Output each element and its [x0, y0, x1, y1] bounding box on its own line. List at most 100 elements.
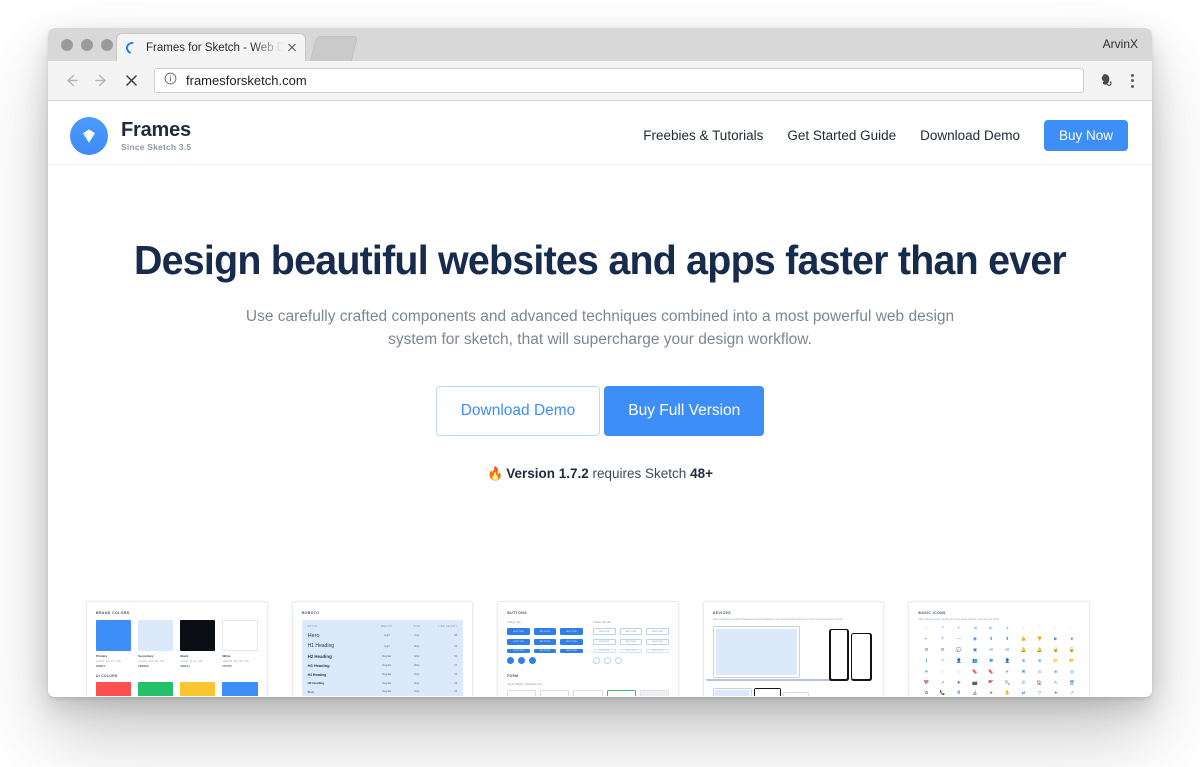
- minimize-window-button[interactable]: [81, 39, 93, 51]
- grid-icon: ✿: [924, 690, 929, 696]
- brand-logo-group[interactable]: Frames Since Sketch 3.5: [70, 116, 191, 155]
- demo-button[interactable]: BUTTON: [533, 628, 557, 635]
- demo-icon-button[interactable]: [507, 657, 515, 665]
- swatch-rgb: rgba(62, 142, 247, 100): [96, 660, 121, 663]
- swatch-row-ui: Negativergba(255, 73, 74, 100)FF494A Pos…: [96, 682, 258, 696]
- hero-subtitle: Use carefully crafted components and adv…: [245, 308, 955, 348]
- demo-button[interactable]: BUTTON: [646, 648, 669, 654]
- demo-button[interactable]: BUTTON: [507, 628, 530, 635]
- grid-icon: 💬: [956, 646, 962, 652]
- demo-icon-button[interactable]: [518, 657, 526, 665]
- demo-icon-button[interactable]: [529, 657, 537, 665]
- buy-now-button[interactable]: Buy Now: [1043, 120, 1128, 151]
- download-demo-button[interactable]: Download Demo: [435, 385, 601, 436]
- color-swatch: Activergba(62, 142, 247, 100)3E8EF7: [222, 682, 258, 696]
- evernote-elephant-icon[interactable]: [1094, 69, 1118, 93]
- stop-x-icon[interactable]: [118, 68, 144, 94]
- demo-icon-button[interactable]: [603, 657, 611, 665]
- demo-input[interactable]: [507, 690, 537, 696]
- preview-card-devices[interactable]: DEVICES Use mockups to switch between de…: [702, 601, 885, 696]
- demo-button[interactable]: BUTTON: [619, 628, 643, 635]
- color-swatch: Secondary rgba(219, 233, 251, 100) DBE9FB: [138, 620, 174, 668]
- grid-icon: 🗑: [1069, 679, 1075, 685]
- chrome-menu-icon[interactable]: [1122, 69, 1142, 93]
- swatch-chip: [96, 620, 132, 651]
- swatch-chip: [180, 620, 216, 651]
- maximize-window-button[interactable]: [101, 39, 113, 51]
- demo-button[interactable]: BUTTON: [507, 648, 530, 654]
- demo-icon-button[interactable]: [592, 657, 600, 665]
- demo-input[interactable]: [540, 690, 570, 696]
- color-swatch: White rgba(255, 255, 255, 100) FFFFFF: [222, 620, 258, 668]
- close-tab-icon[interactable]: [285, 41, 299, 55]
- demo-button[interactable]: BUTTON: [533, 639, 557, 645]
- card-title: BRAND COLORS: [96, 611, 130, 615]
- demo-button[interactable]: BUTTON: [619, 639, 643, 645]
- browser-tab-active[interactable]: Frames for Sketch - Web Design System: [116, 33, 306, 61]
- grid-icon: ↗: [940, 679, 945, 685]
- demo-button[interactable]: BUTTON: [646, 639, 669, 645]
- demo-icon-button[interactable]: [614, 657, 622, 665]
- back-arrow-icon[interactable]: [58, 68, 84, 94]
- grid-icon: 👎: [1036, 635, 1043, 641]
- version-note: 🔥 Version 1.7.2 requires Sketch 48+: [48, 466, 1152, 482]
- demo-button[interactable]: BUTTON: [646, 628, 669, 635]
- grid-icon: 📁: [1052, 657, 1059, 663]
- demo-button[interactable]: BUTTON: [592, 639, 616, 645]
- device-mockups: [705, 626, 875, 696]
- close-window-button[interactable]: [61, 39, 73, 51]
- grid-icon: ⊙: [1037, 668, 1042, 674]
- site-header: Frames Since Sketch 3.5 Freebies & Tutor…: [48, 107, 1152, 165]
- grid-icon: 🚩: [988, 679, 994, 685]
- grid-icon: ◉: [973, 635, 977, 641]
- grid-icon: 📂: [1069, 657, 1075, 663]
- preview-card-icons[interactable]: BASIC ICONS 48px based icons, detach fro…: [908, 601, 1090, 696]
- tab-title: Frames for Sketch - Web Design System: [146, 41, 283, 54]
- tablet-mockup-light: [712, 687, 752, 696]
- grid-icon: 🔖: [972, 668, 978, 674]
- demo-input[interactable]: [606, 690, 636, 696]
- browser-tab-strip: Frames for Sketch - Web Design System Ar…: [48, 28, 1152, 61]
- grid-icon: ◎: [1069, 668, 1074, 674]
- demo-button[interactable]: BUTTON: [533, 648, 557, 654]
- preview-card-colors[interactable]: BRAND COLORS Primary rgba(62, 142, 247, 1…: [86, 601, 268, 696]
- grid-icon: ➤: [1053, 690, 1058, 696]
- swatch-chip: [222, 620, 258, 651]
- preview-card-typography[interactable]: ROBOTO STYLE WEIGHT SIZE LINE HEIGHT Her…: [291, 601, 474, 696]
- demo-button[interactable]: BUTTON: [560, 648, 583, 654]
- nav-link-freebies[interactable]: Freebies & Tutorials: [643, 128, 763, 143]
- nav-link-download-demo[interactable]: Download Demo: [920, 128, 1020, 143]
- browser-tab-inactive[interactable]: [309, 36, 359, 61]
- buy-full-version-button[interactable]: Buy Full Version: [604, 385, 765, 436]
- grid-icon: 🔖: [988, 668, 994, 674]
- demo-button[interactable]: BUTTON: [592, 628, 616, 635]
- card-note: 48px based icons, detach from symbols be…: [918, 617, 1000, 621]
- grid-icon: ✋: [1004, 690, 1010, 696]
- preview-cards-strip: BRAND COLORS Primary rgba(62, 142, 247, 1…: [86, 601, 1114, 696]
- demo-button[interactable]: BUTTON: [619, 648, 643, 654]
- preview-card-buttons[interactable]: BUTTONS Shape: Fill BUTTON BUTTON BUTTON B…: [497, 601, 679, 696]
- grid-icon: 👤: [1004, 657, 1010, 663]
- grid-icon: ✔: [1005, 668, 1010, 674]
- address-bar[interactable]: framesforsketch.com: [154, 68, 1084, 93]
- card-title: DEVICES: [712, 611, 732, 615]
- swatch-chip: [96, 682, 132, 696]
- demo-button[interactable]: BUTTON: [560, 639, 583, 645]
- demo-button[interactable]: BUTTON: [560, 628, 583, 635]
- grid-icon: 👍: [1020, 635, 1027, 641]
- nav-link-get-started[interactable]: Get Started Guide: [787, 128, 896, 143]
- table-row: H1 Heading Light 48px 62: [307, 643, 458, 649]
- site-navigation: Freebies & Tutorials Get Started Guide D…: [643, 120, 1128, 151]
- demo-button[interactable]: BUTTON: [592, 648, 616, 654]
- demo-input[interactable]: [573, 690, 603, 696]
- swatch-row-brand: Primary rgba(62, 142, 247, 100) 3E8EF7 Sec…: [96, 620, 258, 668]
- site-info-icon[interactable]: [164, 72, 178, 90]
- demo-button[interactable]: BUTTON: [507, 639, 530, 645]
- forward-arrow-icon[interactable]: [88, 68, 114, 94]
- profile-name[interactable]: ArvinX: [1103, 37, 1138, 51]
- phone-mockup-dark-2: [850, 632, 872, 681]
- demo-input: [639, 690, 669, 696]
- buttons-columns: Shape: Fill BUTTON BUTTON BUTTON BUTTON BUT…: [507, 620, 669, 668]
- column-header-style: STYLE: [307, 625, 318, 628]
- column-header-size: SIZE: [413, 625, 421, 628]
